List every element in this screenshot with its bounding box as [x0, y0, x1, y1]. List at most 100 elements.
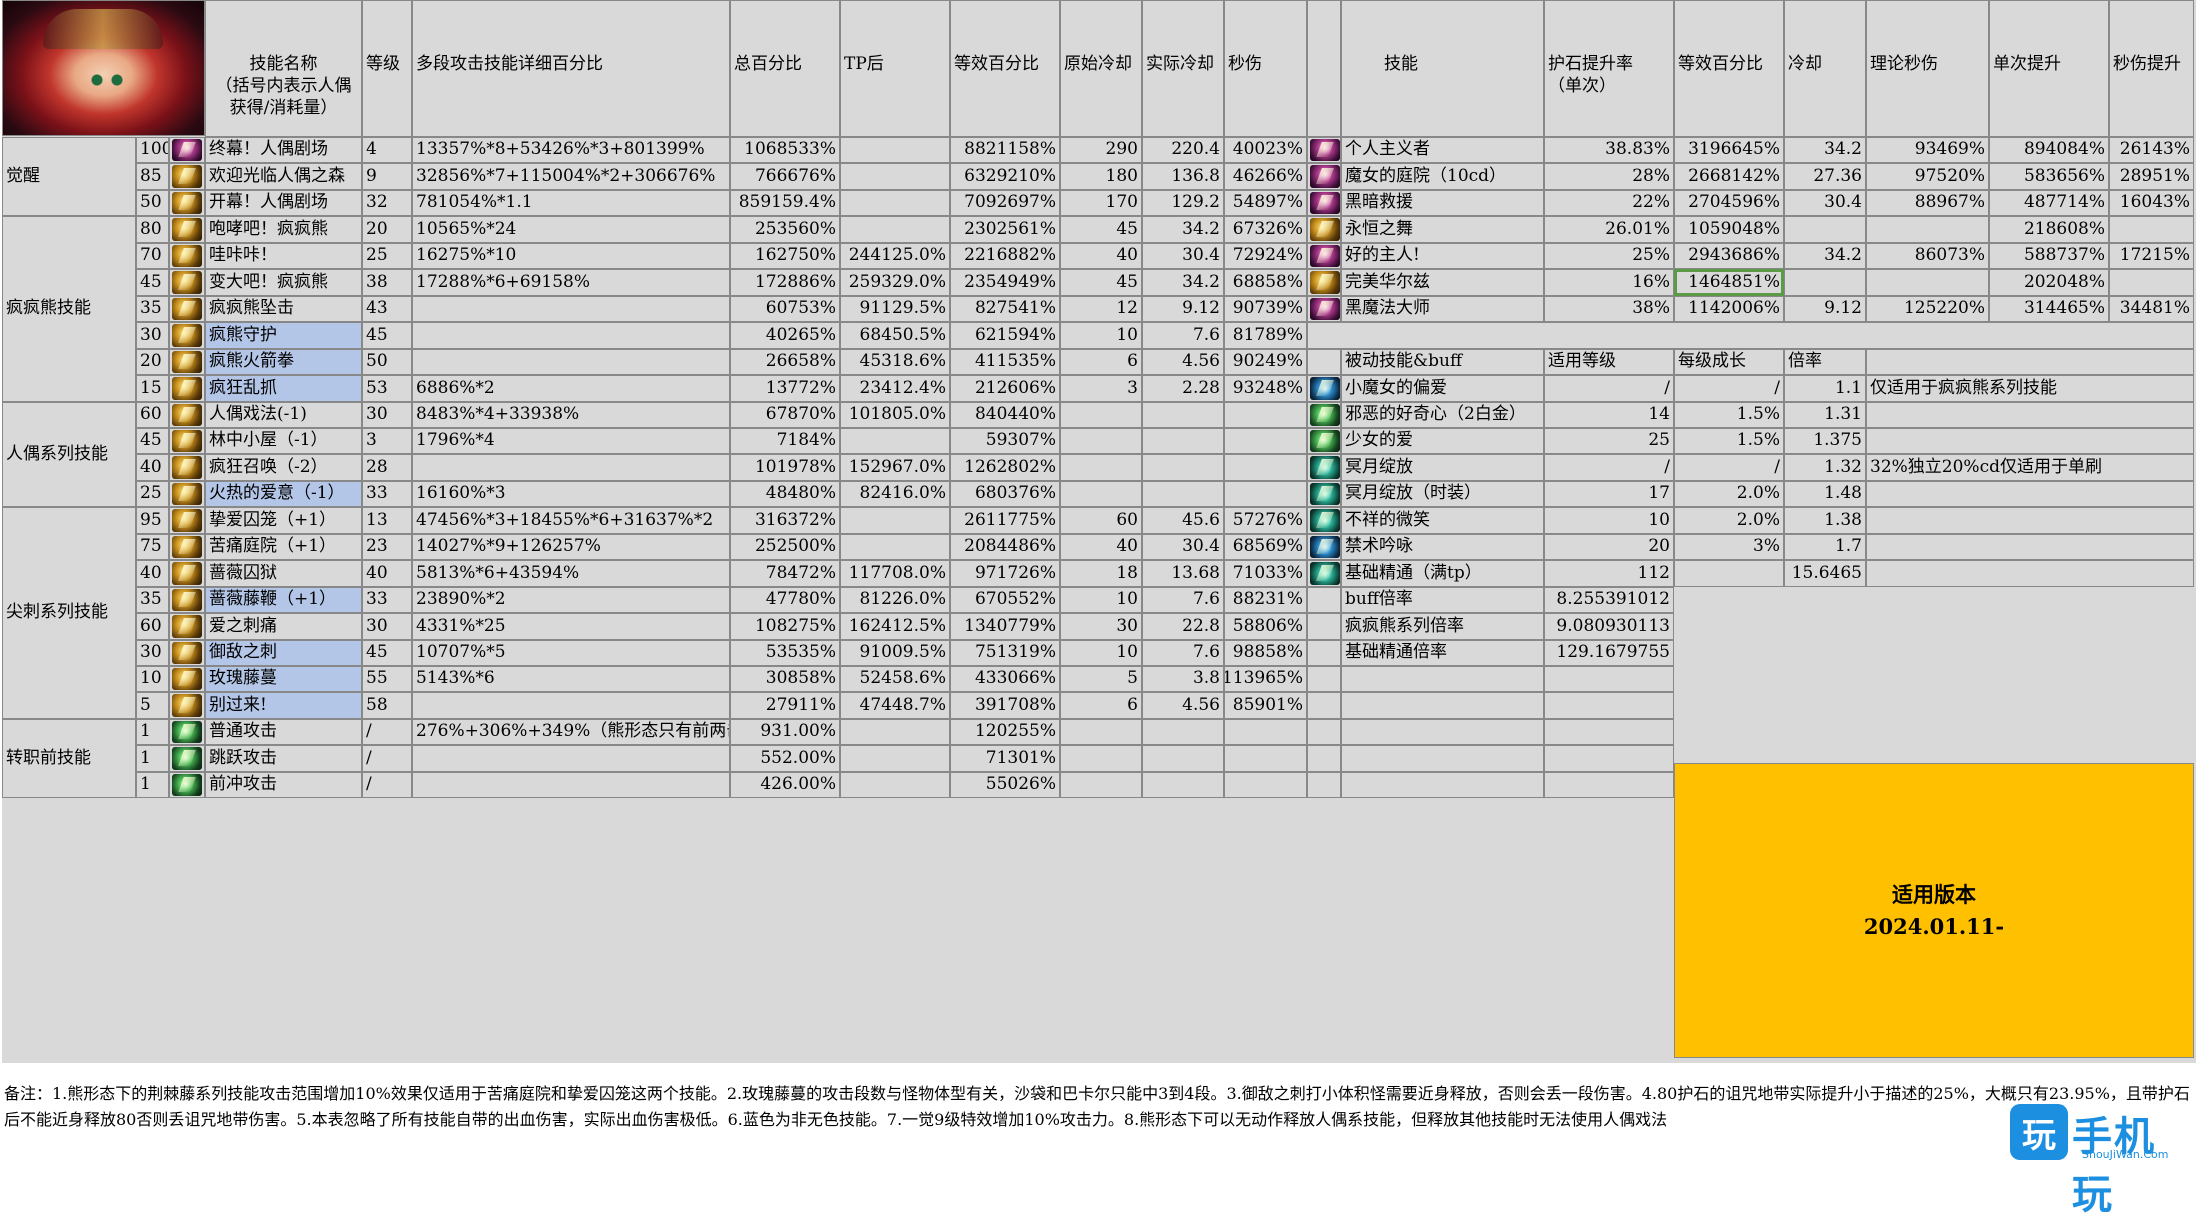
skill-detail[interactable]: 1796%*4 — [412, 428, 730, 454]
column-header[interactable]: 理论秒伤 — [1866, 0, 1989, 137]
skill-equivalent[interactable]: 2611775% — [950, 507, 1060, 534]
skill-cooldown[interactable]: 45 — [1060, 269, 1142, 296]
skill-name[interactable]: 林中小屋（-1） — [205, 428, 362, 454]
skill-level-req[interactable]: 15 — [136, 375, 169, 402]
skill-dps[interactable]: 88231% — [1224, 587, 1307, 613]
talisman-rate[interactable]: 16% — [1544, 269, 1674, 296]
skill-name[interactable]: 终幕！人偶剧场 — [205, 137, 362, 163]
column-header[interactable] — [1307, 0, 1341, 137]
skill-name[interactable]: 苦痛庭院（+1） — [205, 534, 362, 560]
passive-level[interactable]: / — [1544, 454, 1674, 481]
passive-level[interactable]: 14 — [1544, 402, 1674, 428]
ratio-value[interactable]: 129.1679755 — [1544, 640, 1674, 666]
skill-cooldown[interactable] — [1060, 772, 1142, 798]
skill-total[interactable]: 426.00% — [730, 772, 840, 798]
skill-equivalent[interactable]: 2302561% — [950, 216, 1060, 243]
skill-detail[interactable]: 16160%*3 — [412, 481, 730, 507]
passive-note[interactable]: 32%独立20%cd仅适用于单刷 — [1866, 454, 2194, 481]
skill-equivalent[interactable]: 8821158% — [950, 137, 1060, 163]
passive-header[interactable]: 每级成长 — [1674, 349, 1784, 375]
skill-tier[interactable]: 25 — [362, 243, 412, 269]
talisman-dps-gain[interactable]: 26143% — [2109, 137, 2194, 163]
talisman-name[interactable]: 好的主人! — [1341, 243, 1544, 269]
passive-level[interactable]: 25 — [1544, 428, 1674, 454]
skill-tier[interactable]: 55 — [362, 666, 412, 692]
skill-total[interactable]: 67870% — [730, 402, 840, 428]
skill-tier[interactable]: / — [362, 719, 412, 745]
skill-dps[interactable] — [1224, 719, 1307, 745]
column-header[interactable]: TP后 — [840, 0, 950, 137]
skill-detail[interactable]: 4331%*25 — [412, 613, 730, 640]
column-header[interactable]: 护石提升率 （单次） — [1544, 0, 1674, 137]
skill-detail[interactable] — [412, 322, 730, 349]
skill-tp[interactable]: 47448.7% — [840, 692, 950, 719]
column-header[interactable]: 等效百分比 — [1674, 0, 1784, 137]
blank-cell[interactable] — [1341, 666, 1544, 692]
column-header[interactable]: 单次提升 — [1989, 0, 2109, 137]
skill-cooldown[interactable]: 290 — [1060, 137, 1142, 163]
passive-multiplier[interactable]: 1.7 — [1784, 534, 1866, 560]
skill-detail[interactable]: 10707%*5 — [412, 640, 730, 666]
blank-cell[interactable] — [1341, 692, 1544, 719]
skill-tier[interactable]: 23 — [362, 534, 412, 560]
skill-tp[interactable]: 52458.6% — [840, 666, 950, 692]
group-label[interactable]: 尖刺系列技能 — [2, 507, 136, 719]
skill-total[interactable]: 30858% — [730, 666, 840, 692]
skill-tier[interactable]: 32 — [362, 190, 412, 216]
skill-name[interactable]: 疯狂乱抓 — [205, 375, 362, 402]
skill-tp[interactable]: 117708.0% — [840, 560, 950, 587]
skill-actual-cooldown[interactable] — [1142, 428, 1224, 454]
skill-name[interactable]: 普通攻击 — [205, 719, 362, 745]
passive-growth[interactable]: 1.5% — [1674, 428, 1784, 454]
passive-note[interactable] — [1866, 402, 2194, 428]
blank-row[interactable] — [1307, 322, 2194, 349]
skill-tier[interactable]: 30 — [362, 402, 412, 428]
skill-tier[interactable]: 30 — [362, 613, 412, 640]
skill-tp[interactable] — [840, 137, 950, 163]
skill-dps[interactable]: 113965% — [1224, 666, 1307, 692]
talisman-dps[interactable] — [1866, 216, 1989, 243]
skill-tier[interactable]: 3 — [362, 428, 412, 454]
talisman-dps-gain[interactable]: 16043% — [2109, 190, 2194, 216]
skill-dps[interactable] — [1224, 428, 1307, 454]
skill-level-req[interactable]: 50 — [136, 190, 169, 216]
skill-level-req[interactable]: 95 — [136, 507, 169, 534]
skill-name[interactable]: 开幕！人偶剧场 — [205, 190, 362, 216]
talisman-cooldown[interactable]: 30.4 — [1784, 190, 1866, 216]
skill-tp[interactable] — [840, 745, 950, 772]
skill-total[interactable]: 40265% — [730, 322, 840, 349]
passive-note[interactable] — [1866, 428, 2194, 454]
skill-tp[interactable] — [840, 428, 950, 454]
skill-dps[interactable] — [1224, 454, 1307, 481]
group-label[interactable]: 觉醒 — [2, 137, 136, 216]
skill-name[interactable]: 哇咔咔！ — [205, 243, 362, 269]
talisman-single-gain[interactable]: 218608% — [1989, 216, 2109, 243]
skill-equivalent[interactable]: 71301% — [950, 745, 1060, 772]
skill-equivalent[interactable]: 120255% — [950, 719, 1060, 745]
skill-cooldown[interactable]: 180 — [1060, 163, 1142, 190]
skill-detail[interactable]: 14027%*9+126257% — [412, 534, 730, 560]
skill-tier[interactable]: 45 — [362, 322, 412, 349]
passive-level[interactable]: 112 — [1544, 560, 1674, 587]
ratio-value[interactable]: 8.255391012 — [1544, 587, 1674, 613]
skill-detail[interactable]: 781054%*1.1 — [412, 190, 730, 216]
skill-tp[interactable]: 82416.0% — [840, 481, 950, 507]
skill-tier[interactable]: 40 — [362, 560, 412, 587]
talisman-rate[interactable]: 22% — [1544, 190, 1674, 216]
skill-total[interactable]: 101978% — [730, 454, 840, 481]
skill-dps[interactable]: 68569% — [1224, 534, 1307, 560]
column-header[interactable]: 秒伤提升 — [2109, 0, 2194, 137]
skill-cooldown[interactable]: 18 — [1060, 560, 1142, 587]
skill-total[interactable]: 859159.4% — [730, 190, 840, 216]
skill-level-req[interactable]: 35 — [136, 296, 169, 322]
skill-detail[interactable] — [412, 772, 730, 798]
skill-actual-cooldown[interactable] — [1142, 745, 1224, 772]
talisman-dps-gain[interactable] — [2109, 269, 2194, 296]
skill-level-req[interactable]: 80 — [136, 216, 169, 243]
skill-actual-cooldown[interactable]: 7.6 — [1142, 587, 1224, 613]
talisman-name[interactable]: 完美华尔兹 — [1341, 269, 1544, 296]
talisman-single-gain[interactable]: 314465% — [1989, 296, 2109, 322]
column-header[interactable]: 等效百分比 — [950, 0, 1060, 137]
skill-total[interactable]: 7184% — [730, 428, 840, 454]
skill-dps[interactable]: 93248% — [1224, 375, 1307, 402]
